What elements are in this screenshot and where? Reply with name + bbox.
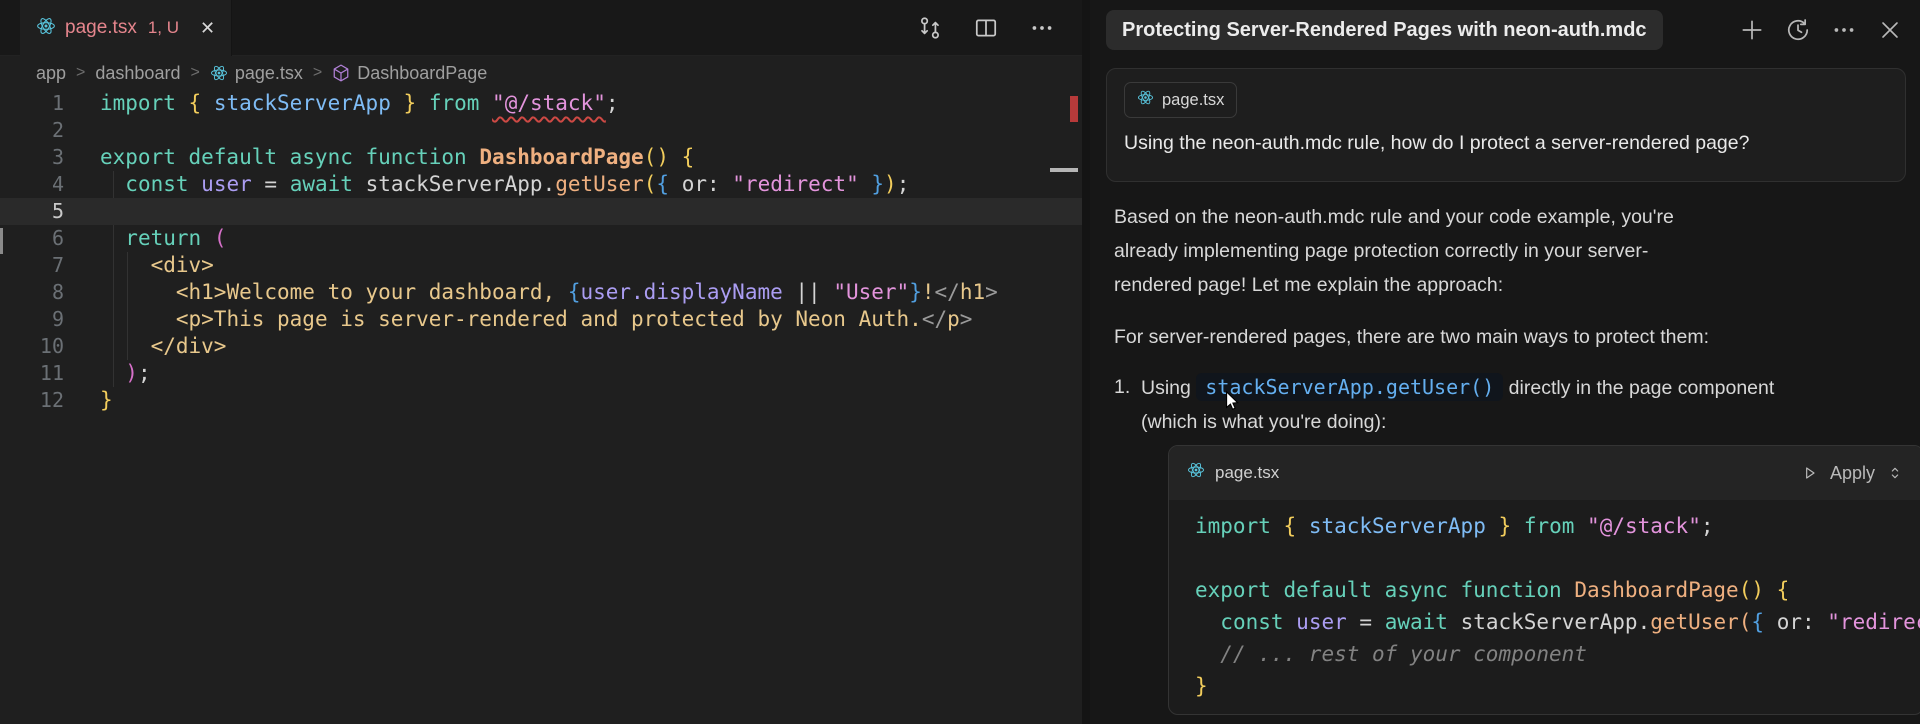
code-line-6[interactable]: 6 return (	[0, 225, 1082, 252]
tab-page-tsx[interactable]: page.tsx 1, U ✕	[20, 0, 232, 56]
editor-pane: page.tsx 1, U ✕ app > dashboard > page.tsx > D…	[0, 0, 1082, 724]
editor-left-decoration	[0, 228, 3, 254]
response-paragraph: Based on the neon-auth.mdc rule and your…	[1114, 200, 1906, 302]
response-paragraph: For server-rendered pages, there are two…	[1114, 320, 1906, 354]
user-message-card: page.tsx Using the neon-auth.mdc rule, h…	[1106, 68, 1906, 182]
line-number[interactable]: 3	[0, 144, 64, 171]
chat-title[interactable]: Protecting Server-Rendered Pages with ne…	[1106, 10, 1663, 50]
code-block-line: // ... rest of your component	[1195, 638, 1920, 670]
react-icon	[1137, 89, 1154, 111]
more-actions-icon[interactable]	[1026, 12, 1058, 44]
line-number[interactable]: 6	[0, 225, 64, 252]
list-content: Using stackServerApp.getUser() directly …	[1141, 370, 1920, 715]
numbered-list-item: 1. Using stackServerApp.getUser() direct…	[1114, 370, 1906, 715]
code-line-4[interactable]: 4 const user = await stackServerApp.getU…	[0, 171, 1082, 198]
breadcrumb-item-dashboardpage[interactable]: DashboardPage	[332, 63, 487, 84]
code-line-7[interactable]: 7 <div>	[0, 252, 1082, 279]
list-marker: 1.	[1114, 370, 1141, 715]
tab-label: page.tsx	[65, 17, 137, 39]
chevron-right-icon: >	[313, 64, 322, 82]
code-line-5[interactable]: 5	[0, 198, 1082, 225]
list-line: (which is what you're doing):	[1141, 405, 1920, 439]
react-icon	[210, 64, 228, 82]
assistant-response: Based on the neon-auth.mdc rule and your…	[1114, 200, 1906, 715]
close-icon[interactable]	[1874, 14, 1906, 46]
breadcrumb-item-dashboard[interactable]: dashboard	[95, 63, 180, 84]
code-line-10[interactable]: 10 </div>	[0, 333, 1082, 360]
line-number[interactable]: 11	[0, 360, 64, 387]
code-line-1[interactable]: 1import { stackServerApp } from "@/stack…	[0, 90, 1082, 117]
react-icon	[1187, 456, 1205, 490]
list-line: Using stackServerApp.getUser() directly …	[1141, 370, 1920, 405]
code-line-3[interactable]: 3export default async function Dashboard…	[0, 144, 1082, 171]
tab-bar: page.tsx 1, U ✕	[0, 0, 1082, 56]
code-line-12[interactable]: 12}	[0, 387, 1082, 414]
attached-file-name: page.tsx	[1162, 91, 1224, 110]
code-line-9[interactable]: 9 <p>This page is server-rendered and pr…	[0, 306, 1082, 333]
more-icon[interactable]	[1828, 14, 1860, 46]
compare-changes-icon[interactable]	[914, 12, 946, 44]
history-icon[interactable]	[1782, 14, 1814, 46]
line-number[interactable]: 4	[0, 171, 64, 198]
new-chat-plus-icon[interactable]	[1736, 14, 1768, 46]
code-block-line: export default async function DashboardP…	[1195, 574, 1920, 606]
overview-ruler-error-marker	[1070, 96, 1078, 122]
split-editor-icon[interactable]	[970, 12, 1002, 44]
chat-pane: Protecting Server-Rendered Pages with ne…	[1090, 0, 1920, 724]
editor-code-area[interactable]: 1import { stackServerApp } from "@/stack…	[0, 90, 1082, 414]
code-block-header: page.tsx Apply	[1169, 446, 1920, 500]
line-number[interactable]: 1	[0, 90, 64, 117]
code-block-filename: page.tsx	[1215, 456, 1279, 490]
code-line-11[interactable]: 11 );	[0, 360, 1082, 387]
code-block-line	[1195, 542, 1920, 574]
breadcrumb: app > dashboard > page.tsx > DashboardPage	[0, 56, 1082, 90]
code-block-line: }	[1195, 670, 1920, 702]
line-number[interactable]: 10	[0, 333, 64, 360]
chevron-right-icon: >	[76, 64, 85, 82]
tab-close-icon[interactable]: ✕	[200, 18, 215, 39]
attached-file-chip[interactable]: page.tsx	[1124, 82, 1237, 118]
chevron-expand-icon[interactable]	[1885, 463, 1905, 483]
overview-ruler-cursor-marker	[1050, 168, 1078, 172]
breadcrumb-item-page.tsx[interactable]: page.tsx	[210, 63, 303, 84]
user-question-text: Using the neon-auth.mdc rule, how do I p…	[1124, 132, 1888, 155]
code-line-8[interactable]: 8 <h1>Welcome to your dashboard, {user.d…	[0, 279, 1082, 306]
mouse-cursor-icon	[1222, 390, 1244, 417]
line-number[interactable]: 5	[0, 198, 64, 225]
code-line-2[interactable]: 2	[0, 117, 1082, 144]
line-number[interactable]: 7	[0, 252, 64, 279]
apply-button[interactable]: Apply	[1830, 456, 1875, 490]
breadcrumb-item-app[interactable]: app	[36, 63, 66, 84]
code-block-card: page.tsx Apply import { stackServerApp }…	[1168, 445, 1920, 715]
code-block-line: import { stackServerApp } from "@/stack"…	[1195, 510, 1920, 542]
tab-modified-badge: 1, U	[148, 18, 179, 38]
symbol-cube-icon	[332, 64, 350, 82]
pane-divider[interactable]	[1082, 0, 1090, 724]
chevron-right-icon: >	[190, 64, 199, 82]
line-number[interactable]: 2	[0, 117, 64, 144]
code-block-content: import { stackServerApp } from "@/stack"…	[1169, 500, 1920, 714]
react-icon	[36, 16, 56, 41]
code-block-line: const user = await stackServerApp.getUse…	[1195, 606, 1920, 638]
line-number[interactable]: 9	[0, 306, 64, 333]
line-number[interactable]: 8	[0, 279, 64, 306]
line-number[interactable]: 12	[0, 387, 64, 414]
play-icon[interactable]	[1800, 463, 1820, 483]
